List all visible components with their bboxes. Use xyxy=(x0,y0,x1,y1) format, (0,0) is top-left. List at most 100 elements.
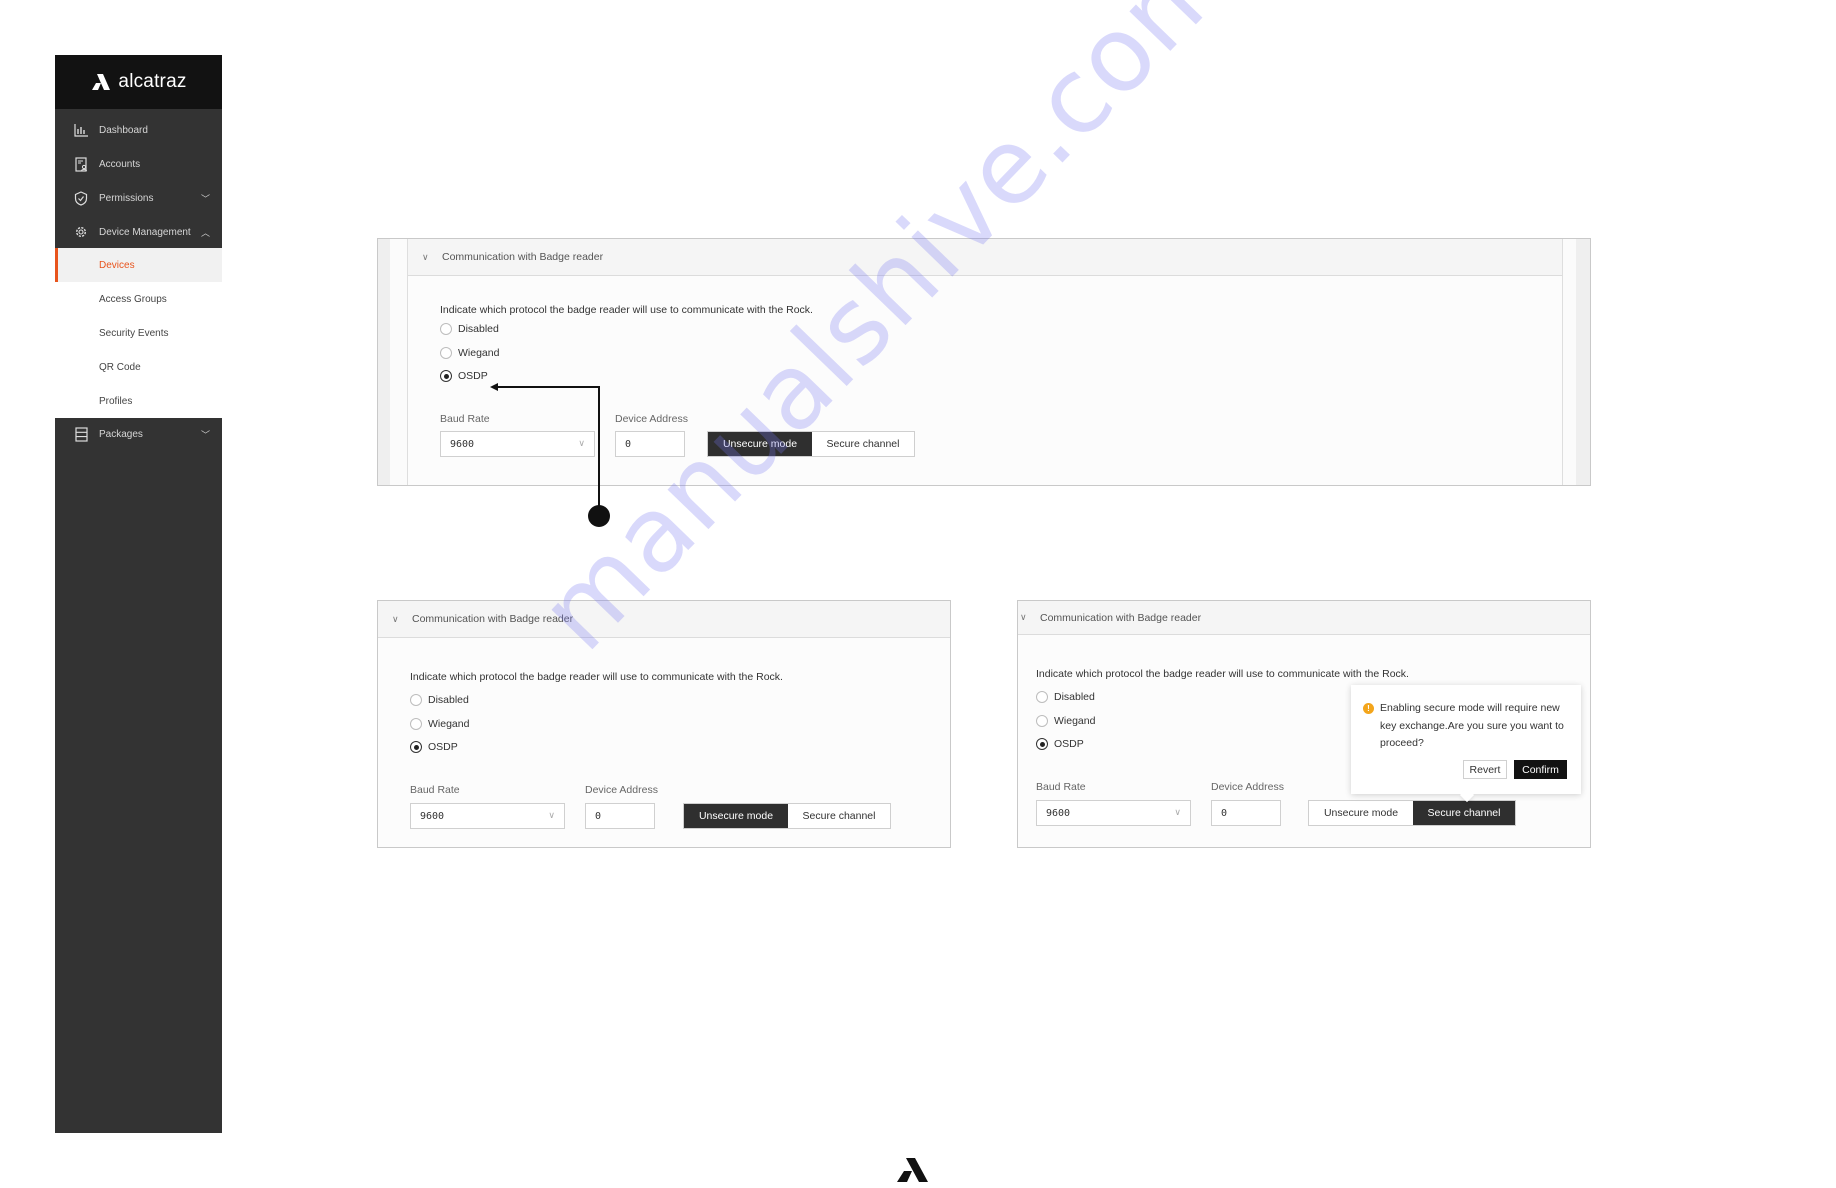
server-stack-icon xyxy=(74,426,88,442)
chevron-down-icon: ∨ xyxy=(548,811,555,821)
device-address-input[interactable]: 0 xyxy=(615,431,685,457)
radio-wiegand[interactable]: Wiegand xyxy=(1036,715,1095,727)
sidebar-subitem-devices[interactable]: Devices xyxy=(55,248,222,282)
secure-channel-button[interactable]: Secure channel xyxy=(788,804,890,828)
baud-rate-value: 9600 xyxy=(420,810,445,822)
sidebar-subitem-security-events[interactable]: Security Events xyxy=(55,316,222,350)
sidebar-subitem-qr-code[interactable]: QR Code xyxy=(55,350,222,384)
baud-rate-select[interactable]: 9600 ∨ xyxy=(1036,800,1191,826)
baud-rate-select[interactable]: 9600 ∨ xyxy=(440,431,595,457)
sidebar-header: alcatraz xyxy=(55,55,222,109)
secure-channel-button[interactable]: Secure channel xyxy=(1413,801,1515,825)
sidebar-item-device-management[interactable]: Device Management ︿ xyxy=(55,215,222,249)
sidebar-item-accounts[interactable]: Accounts xyxy=(55,147,222,181)
sidebar-subitem-access-groups[interactable]: Access Groups xyxy=(55,282,222,316)
badge-reader-panel-2: ∨ Communication with Badge reader Indica… xyxy=(377,600,951,848)
radio-button[interactable] xyxy=(1036,738,1048,750)
bar-chart-icon xyxy=(74,123,88,137)
radio-label: Disabled xyxy=(428,694,469,706)
radio-label: Disabled xyxy=(1054,691,1095,703)
section-title: Communication with Badge reader xyxy=(442,251,604,263)
section-title: Communication with Badge reader xyxy=(1040,611,1202,624)
unsecure-mode-button[interactable]: Unsecure mode xyxy=(708,432,812,456)
radio-label: Wiegand xyxy=(458,347,500,359)
radio-wiegand[interactable]: Wiegand xyxy=(440,347,499,359)
sidebar-item-label: Device Management xyxy=(99,226,191,238)
alcatraz-logo-icon xyxy=(897,1158,928,1182)
panel-inner: ∨ Communication with Badge reader Indica… xyxy=(407,239,1563,485)
account-card-icon xyxy=(74,156,88,172)
radio-disabled[interactable]: Disabled xyxy=(1036,691,1095,703)
revert-button[interactable]: Revert xyxy=(1463,760,1507,779)
shield-check-icon xyxy=(74,190,88,206)
badge-reader-panel-1: ∨ Communication with Badge reader Indica… xyxy=(377,238,1591,486)
channel-mode-toggle[interactable]: Unsecure mode Secure channel xyxy=(683,803,891,829)
radio-button[interactable] xyxy=(410,694,422,706)
radio-osdp[interactable]: OSDP xyxy=(1036,738,1084,750)
chevron-down-icon: ∨ xyxy=(422,251,429,262)
radio-button[interactable] xyxy=(410,718,422,730)
right-gutter xyxy=(1576,239,1590,485)
callout-line xyxy=(598,386,600,506)
device-address-input[interactable]: 0 xyxy=(585,803,655,829)
protocol-description: Indicate which protocol the badge reader… xyxy=(410,671,783,683)
radio-wiegand[interactable]: Wiegand xyxy=(410,718,469,730)
channel-mode-toggle[interactable]: Unsecure mode Secure channel xyxy=(1308,800,1516,826)
unsecure-mode-button[interactable]: Unsecure mode xyxy=(684,804,788,828)
chevron-up-icon: ︿ xyxy=(200,227,210,238)
radio-button[interactable] xyxy=(410,741,422,753)
sidebar-item-label: Packages xyxy=(99,428,143,440)
radio-label: Wiegand xyxy=(1054,715,1096,727)
baud-rate-select[interactable]: 9600 ∨ xyxy=(410,803,565,829)
section-header[interactable]: ∨ Communication with Badge reader xyxy=(378,601,950,638)
radio-osdp[interactable]: OSDP xyxy=(440,370,488,382)
sidebar-subitem-label: Devices xyxy=(99,259,135,271)
callout-line xyxy=(497,386,599,388)
alcatraz-logo-icon xyxy=(92,74,111,90)
sidebar-subitem-profiles[interactable]: Profiles xyxy=(55,384,222,418)
sidebar-item-label: Dashboard xyxy=(99,124,148,136)
radio-disabled[interactable]: Disabled xyxy=(440,323,499,335)
baud-rate-label: Baud Rate xyxy=(410,784,460,796)
popover-message: Enabling secure mode will require new ke… xyxy=(1380,702,1564,749)
protocol-description: Indicate which protocol the badge reader… xyxy=(440,304,813,316)
radio-button[interactable] xyxy=(440,347,452,359)
radio-button[interactable] xyxy=(440,323,452,335)
gear-icon xyxy=(74,225,88,239)
section-header[interactable]: ∨ Communication with Badge reader xyxy=(408,239,1562,276)
confirm-button[interactable]: Confirm xyxy=(1514,760,1567,779)
sidebar: alcatraz Dashboard Accounts Permissions … xyxy=(55,55,222,1133)
secure-channel-button[interactable]: Secure channel xyxy=(812,432,914,456)
device-address-label: Device Address xyxy=(585,784,658,796)
section-header[interactable]: ∨ Communication with Badge reader xyxy=(1018,601,1590,635)
radio-label: OSDP xyxy=(1054,738,1084,750)
radio-button[interactable] xyxy=(1036,691,1048,703)
device-address-input[interactable]: 0 xyxy=(1211,800,1281,826)
sidebar-subitem-label: Security Events xyxy=(99,327,169,339)
sidebar-subitem-label: QR Code xyxy=(99,361,141,373)
sidebar-item-packages[interactable]: Packages ﹀ xyxy=(55,417,222,451)
radio-label: Disabled xyxy=(458,323,499,335)
radio-button[interactable] xyxy=(1036,715,1048,727)
warning-icon: ! xyxy=(1363,703,1374,714)
unsecure-mode-button[interactable]: Unsecure mode xyxy=(1309,801,1413,825)
radio-disabled[interactable]: Disabled xyxy=(410,694,469,706)
chevron-down-icon: ﹀ xyxy=(200,193,210,204)
sidebar-item-dashboard[interactable]: Dashboard xyxy=(55,113,222,147)
baud-rate-value: 9600 xyxy=(1046,807,1071,819)
sidebar-subitem-label: Profiles xyxy=(99,395,133,407)
radio-label: OSDP xyxy=(428,741,458,753)
chevron-down-icon: ﹀ xyxy=(200,429,210,440)
left-gutter xyxy=(378,239,390,485)
baud-rate-label: Baud Rate xyxy=(440,413,490,425)
callout-dot xyxy=(588,505,610,527)
radio-label: Wiegand xyxy=(428,718,470,730)
channel-mode-toggle[interactable]: Unsecure mode Secure channel xyxy=(707,431,915,457)
radio-button[interactable] xyxy=(440,370,452,382)
sidebar-item-permissions[interactable]: Permissions ﹀ xyxy=(55,181,222,215)
radio-osdp[interactable]: OSDP xyxy=(410,741,458,753)
brand-name: alcatraz xyxy=(118,71,187,92)
device-address-label: Device Address xyxy=(615,413,688,425)
radio-label: OSDP xyxy=(458,370,488,382)
secure-mode-confirm-popover: ! Enabling secure mode will require new … xyxy=(1351,685,1581,794)
